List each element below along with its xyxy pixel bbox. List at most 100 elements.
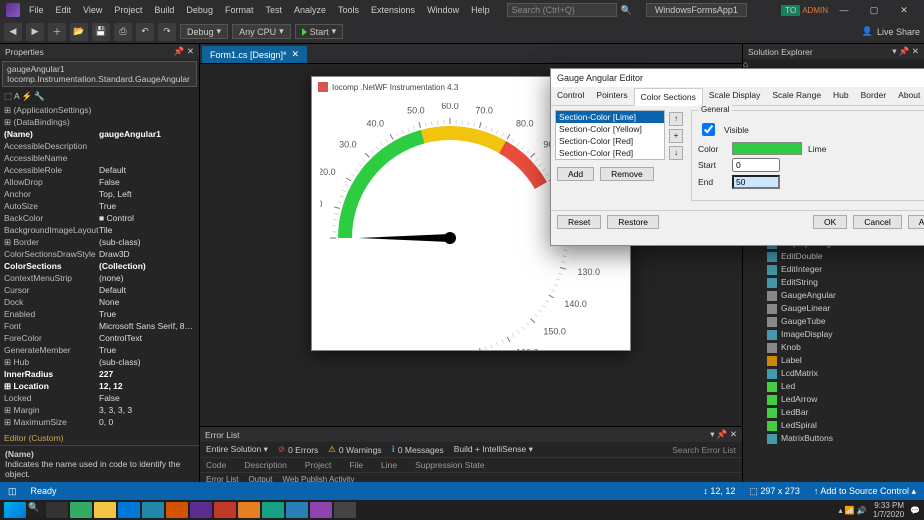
property-row[interactable]: AutoSizeTrue (0, 200, 199, 212)
property-row[interactable]: EnabledTrue (0, 308, 199, 320)
property-row[interactable]: InnerRadius227 (0, 368, 199, 380)
color-swatch[interactable] (732, 142, 802, 155)
taskbar-app[interactable] (286, 502, 308, 518)
tree-node[interactable]: LedBar (743, 406, 924, 419)
menu-analyze[interactable]: Analyze (289, 3, 331, 17)
property-row[interactable]: CursorDefault (0, 284, 199, 296)
dialog-tab[interactable]: Pointers (590, 87, 633, 105)
nav-fwd-button[interactable]: ▶ (26, 23, 44, 41)
property-row[interactable]: AllowDropFalse (0, 176, 199, 188)
property-row[interactable]: AccessibleName (0, 152, 199, 164)
property-row[interactable]: BackgroundImageLayoutTile (0, 224, 199, 236)
color-sections-list[interactable]: Section-Color [Lime]Section-Color [Yello… (555, 110, 665, 160)
menu-window[interactable]: Window (422, 3, 464, 17)
maximize-button[interactable]: ▢ (860, 1, 888, 19)
taskbar-search[interactable]: 🔍 (28, 502, 44, 518)
move-up-button[interactable]: ↑ (669, 112, 683, 126)
tree-node[interactable]: EditInteger (743, 263, 924, 276)
reset-button[interactable]: Reset (557, 215, 601, 229)
property-row[interactable]: AccessibleDescription (0, 140, 199, 152)
tree-node[interactable]: LcdMatrix (743, 367, 924, 380)
minimize-button[interactable]: — (830, 1, 858, 19)
error-col[interactable]: Description (244, 460, 287, 470)
tree-node[interactable]: Label (743, 354, 924, 367)
menu-project[interactable]: Project (109, 3, 147, 17)
error-col[interactable]: Line (381, 460, 397, 470)
add-section-button[interactable]: Add (557, 167, 594, 181)
error-col[interactable]: Project (305, 460, 331, 470)
live-share-button[interactable]: 👤 Live Share (862, 26, 920, 37)
tree-node[interactable]: LedSpiral (743, 419, 924, 432)
properties-grid[interactable]: ⊞ (ApplicationSettings)⊞ (DataBindings)(… (0, 104, 199, 431)
custom-editor-link[interactable]: Editor (Custom) (0, 431, 199, 445)
config-dropdown[interactable]: Debug▾ (180, 24, 228, 39)
errors-filter[interactable]: ⊘0 Errors (278, 444, 318, 455)
pin-icon[interactable]: 📌 ✕ (174, 46, 194, 57)
taskbar-app[interactable] (142, 502, 164, 518)
property-row[interactable]: ForeColorControlText (0, 332, 199, 344)
property-row[interactable]: ⊞ Hub(sub-class) (0, 356, 199, 368)
error-col[interactable]: Code (206, 460, 226, 470)
property-row[interactable]: FontMicrosoft Sans Serif, 8.25pt (0, 320, 199, 332)
pin-icon[interactable]: ▾ 📌 ✕ (892, 46, 919, 57)
task-view-button[interactable] (46, 502, 68, 518)
dialog-tab[interactable]: About (892, 87, 924, 105)
menu-test[interactable]: Test (260, 3, 287, 17)
warnings-filter[interactable]: ⚠0 Warnings (328, 444, 381, 455)
section-list-item[interactable]: Section-Color [Yellow] (556, 123, 664, 135)
notifications-button[interactable]: 💬 (910, 506, 920, 515)
property-row[interactable]: LockedFalse (0, 392, 199, 404)
property-row[interactable]: ⊞ Margin3, 3, 3, 3 (0, 404, 199, 416)
undo-button[interactable]: ↶ (136, 23, 154, 41)
property-row[interactable]: ContextMenuStrip(none) (0, 272, 199, 284)
apply-button[interactable]: Apply (908, 215, 924, 229)
taskbar-app[interactable] (166, 502, 188, 518)
menu-help[interactable]: Help (466, 3, 495, 17)
dialog-tab[interactable]: Border (855, 87, 893, 105)
taskbar-app[interactable] (334, 502, 356, 518)
tree-node[interactable]: LedArrow (743, 393, 924, 406)
property-row[interactable]: ⊞ MaximumSize0, 0 (0, 416, 199, 428)
error-search-input[interactable]: Search Error List (672, 445, 736, 455)
clock-date[interactable]: 1/7/2020 (873, 510, 904, 519)
property-row[interactable]: ColorSectionsDrawStyleDraw3D (0, 248, 199, 260)
dialog-tab[interactable]: Scale Display (703, 87, 767, 105)
dialog-title-bar[interactable]: Gauge Angular Editor ✕ (551, 69, 924, 87)
move-down-button[interactable]: ↓ (669, 146, 683, 160)
taskbar-app[interactable] (94, 502, 116, 518)
open-button[interactable]: 📂 (70, 23, 88, 41)
messages-filter[interactable]: ℹ0 Messages (392, 444, 444, 455)
dialog-tab[interactable]: Scale Range (766, 87, 827, 105)
menu-file[interactable]: File (24, 3, 49, 17)
gauge-editor-dialog[interactable]: Gauge Angular Editor ✕ ControlPointersCo… (550, 68, 924, 246)
start-menu-button[interactable] (4, 502, 26, 518)
redo-button[interactable]: ↷ (158, 23, 176, 41)
error-col[interactable]: Suppression State (415, 460, 484, 470)
error-col[interactable]: File (349, 460, 363, 470)
taskbar-app[interactable] (262, 502, 284, 518)
section-list-item[interactable]: Section-Color [Red] (556, 135, 664, 147)
property-row[interactable]: AccessibleRoleDefault (0, 164, 199, 176)
visible-checkbox[interactable] (702, 123, 715, 136)
tree-node[interactable]: MatrixButtons (743, 432, 924, 445)
dialog-tab[interactable]: Color Sections (634, 88, 703, 106)
windows-taskbar[interactable]: 🔍 ▴ 📶 🔊 9:33 PM 1/7/2020 💬 (0, 500, 924, 520)
tree-node[interactable]: GaugeAngular (743, 289, 924, 302)
property-row[interactable]: GenerateMemberTrue (0, 344, 199, 356)
taskbar-app[interactable] (190, 502, 212, 518)
taskbar-app[interactable] (238, 502, 260, 518)
dialog-tab[interactable]: Control (551, 87, 590, 105)
cancel-button[interactable]: Cancel (853, 215, 901, 229)
menu-edit[interactable]: Edit (51, 3, 77, 17)
source-control-button[interactable]: ↑ Add to Source Control ▴ (814, 486, 916, 497)
properties-object-selector[interactable]: gaugeAngular1 Iocomp.Instrumentation.Sta… (2, 61, 197, 87)
ok-button[interactable]: OK (813, 215, 847, 229)
build-intellisense-dropdown[interactable]: Build + IntelliSense ▾ (454, 444, 533, 455)
section-list-item[interactable]: Section-Color [Lime] (556, 111, 664, 123)
tree-node[interactable]: GaugeTube (743, 315, 924, 328)
property-row[interactable]: AnchorTop, Left (0, 188, 199, 200)
tree-node[interactable]: EditDouble (743, 250, 924, 263)
menu-build[interactable]: Build (149, 3, 179, 17)
save-all-button[interactable]: ⎙ (114, 23, 132, 41)
menu-format[interactable]: Format (220, 3, 259, 17)
